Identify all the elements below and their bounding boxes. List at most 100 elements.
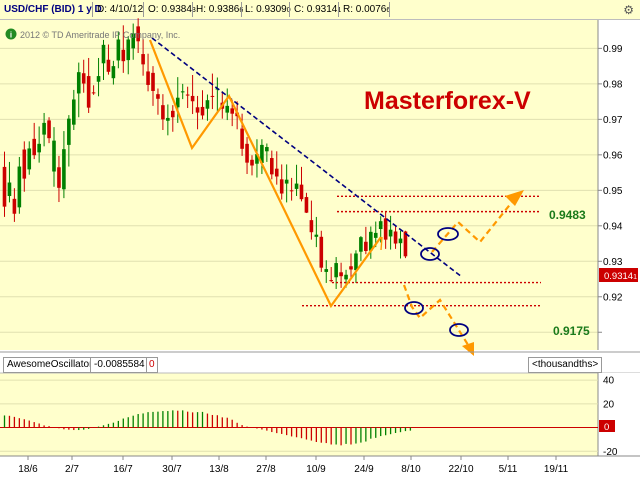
candle-body <box>388 229 393 237</box>
candle-body <box>378 221 383 229</box>
candle-body <box>22 149 27 179</box>
y-tick-label: 0.98 <box>603 79 623 90</box>
candle-body <box>121 49 126 62</box>
candle-body <box>205 100 210 109</box>
candle-body <box>270 158 274 175</box>
candle-body <box>225 105 230 113</box>
y-tick-label: 0.95 <box>603 186 623 197</box>
level-label: 0.9483 <box>549 208 586 222</box>
candle-body <box>116 39 121 61</box>
x-tick-label: 8/10 <box>401 464 421 475</box>
candle-body <box>146 71 150 85</box>
candle-body <box>274 168 279 177</box>
indicator-name[interactable]: AwesomeOscillator <box>3 357 97 373</box>
plot-area-main <box>0 20 598 350</box>
candle-body <box>240 128 244 149</box>
y-tick-label: 0.93 <box>603 257 623 268</box>
candle-body <box>42 122 46 135</box>
candle-body <box>210 95 215 97</box>
x-tick-label: 22/10 <box>448 464 473 475</box>
candle-body <box>52 140 56 172</box>
candle-body <box>265 147 269 152</box>
copyright-text: 2012 © TD Ameritrade IP Company, Inc. <box>20 30 180 40</box>
candle-body <box>373 232 378 238</box>
candle-body <box>141 54 145 65</box>
candle-body <box>161 105 165 120</box>
x-tick-label: 10/9 <box>306 464 326 475</box>
indicator-value: -0.0085584 <box>90 357 149 373</box>
x-tick-label: 16/7 <box>113 464 133 475</box>
x-tick-label: 30/7 <box>162 464 182 475</box>
candle-body <box>67 118 71 145</box>
candle-body <box>393 231 398 244</box>
candle-body <box>250 159 254 166</box>
x-tick-label: 27/8 <box>256 464 276 475</box>
candle-body <box>299 184 304 200</box>
candle-body <box>383 218 388 240</box>
y-tick-label: 0.97 <box>603 115 623 126</box>
candle-body <box>72 99 76 125</box>
candle-body <box>279 179 284 194</box>
svg-text:0.93141: 0.93141 <box>604 271 637 282</box>
candle-body <box>190 95 195 102</box>
candle-body <box>195 107 200 113</box>
candle-body <box>354 253 358 271</box>
candle-body <box>319 236 324 268</box>
y-tick-label: 0.99 <box>603 44 623 55</box>
candle-body <box>17 166 22 208</box>
x-tick-label: 5/11 <box>499 464 518 475</box>
svg-text:0: 0 <box>604 422 609 433</box>
candle-body <box>289 190 294 192</box>
candle-body <box>200 106 205 116</box>
candle-body <box>47 120 51 139</box>
level-label: 0.9175 <box>553 324 590 338</box>
candle-body <box>37 143 41 153</box>
indicator-units: <thousandths> <box>528 357 603 373</box>
candle-body <box>12 198 17 214</box>
watermark-text: Masterforex-V <box>364 87 531 115</box>
wave-path-tail <box>380 236 383 251</box>
candle-body <box>180 91 185 93</box>
x-tick-label: 13/8 <box>209 464 229 475</box>
candle-body <box>309 220 314 233</box>
candle-body <box>284 179 289 184</box>
y-tick-label: 0.96 <box>603 150 623 161</box>
candle-body <box>156 94 160 99</box>
candle-body <box>398 238 403 244</box>
plot-area-oscillator <box>0 373 598 456</box>
candle-body <box>2 166 7 207</box>
candle-body <box>27 148 32 170</box>
price-chart[interactable]: i 2012 © TD Ameritrade IP Company, Inc. … <box>0 0 640 480</box>
x-tick-label: 19/11 <box>544 464 569 475</box>
candle-body <box>96 76 101 82</box>
candle-body <box>294 183 299 189</box>
candle-body <box>359 237 363 252</box>
candle-body <box>57 167 61 188</box>
candle-body <box>81 73 86 84</box>
candle-body <box>166 117 170 121</box>
candle-body <box>101 44 106 64</box>
candle-body <box>230 108 234 114</box>
osc-tick-label: 40 <box>603 376 615 387</box>
candle-body <box>111 66 116 79</box>
candle-body <box>76 72 81 94</box>
candle-body <box>245 143 249 163</box>
indicator-zero-label: 0 <box>146 357 158 373</box>
candle-body <box>344 274 348 280</box>
candle-body <box>329 280 333 282</box>
candle-body <box>324 269 329 272</box>
x-tick-label: 24/9 <box>354 464 374 475</box>
y-tick-label: 0.92 <box>603 292 623 303</box>
candle-body <box>86 76 91 108</box>
candle-body <box>151 72 155 91</box>
candle-body <box>126 39 131 61</box>
candle-body <box>334 263 338 278</box>
x-tick-label: 2/7 <box>65 464 79 475</box>
candle-body <box>32 138 36 156</box>
candle-body <box>314 234 319 237</box>
candle-body <box>185 94 190 96</box>
candle <box>319 230 324 272</box>
candle-body <box>7 182 12 196</box>
candle-body <box>364 241 368 251</box>
candle-body <box>171 110 175 118</box>
